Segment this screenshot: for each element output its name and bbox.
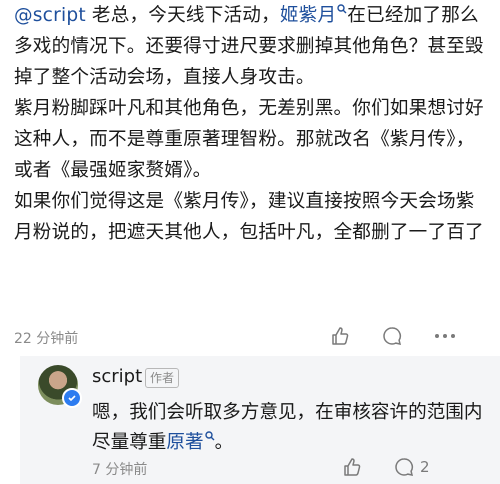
- reply-text-part: 。: [214, 432, 234, 453]
- thumbs-up-icon: [330, 326, 350, 346]
- reply-button[interactable]: [382, 326, 408, 346]
- comment-bubble-icon: [382, 326, 402, 346]
- reply-username[interactable]: script: [92, 366, 142, 387]
- comment-timestamp: 22 分钟前: [14, 331, 79, 347]
- search-icon: [337, 4, 347, 14]
- verified-badge-icon: [62, 388, 82, 408]
- search-icon: [204, 431, 215, 441]
- reply-comment-button[interactable]: 2: [394, 457, 430, 477]
- comment-body: @script 老总，今天线下活动，姬紫月 在已经加了那么多戏的情况下。还要得寸进…: [14, 0, 484, 248]
- user-mention[interactable]: @script: [14, 5, 86, 26]
- comment-paragraph-2: 紫月粉脚踩叶凡和其他角色，无差别黑。你们如果想讨好这种人，而不是尊重原著理智粉。…: [14, 98, 484, 181]
- keyword-link[interactable]: 原著: [166, 431, 215, 453]
- more-icon: [434, 326, 456, 346]
- more-options-button[interactable]: [434, 326, 456, 346]
- comment-count: 2: [420, 458, 430, 476]
- thumbs-up-icon: [342, 457, 362, 477]
- like-button[interactable]: [330, 326, 356, 346]
- comment-paragraph-3: 如果你们觉得这是《紫月传》，建议直接按照今天会场紫月粉说的，把遮天其他人，包括叶…: [14, 191, 484, 243]
- reply-actions: 2: [342, 457, 430, 477]
- reply-body: 嗯，我们会听取多方意见，在审核容许的范围内尽量尊重原著。: [92, 398, 484, 458]
- comment-text-part: 老总，今天线下活动，: [85, 5, 280, 26]
- comment-actions: [330, 326, 456, 346]
- comment-paragraph-1: @script 老总，今天线下活动，姬紫月 在已经加了那么多戏的情况下。还要得寸进…: [14, 0, 484, 93]
- author-badge: 作者: [145, 368, 180, 388]
- reply-like-button[interactable]: [342, 457, 368, 477]
- keyword-label: 姬紫月: [279, 5, 337, 26]
- comment-bubble-icon: [394, 457, 414, 477]
- reply-timestamp: 7 分钟前: [92, 462, 148, 478]
- reply-text-part: 嗯，我们会听取多方意见，在审核容许的范围内尽量尊重: [92, 402, 483, 453]
- keyword-link[interactable]: 姬紫月: [279, 4, 347, 26]
- keyword-label: 原著: [166, 432, 204, 453]
